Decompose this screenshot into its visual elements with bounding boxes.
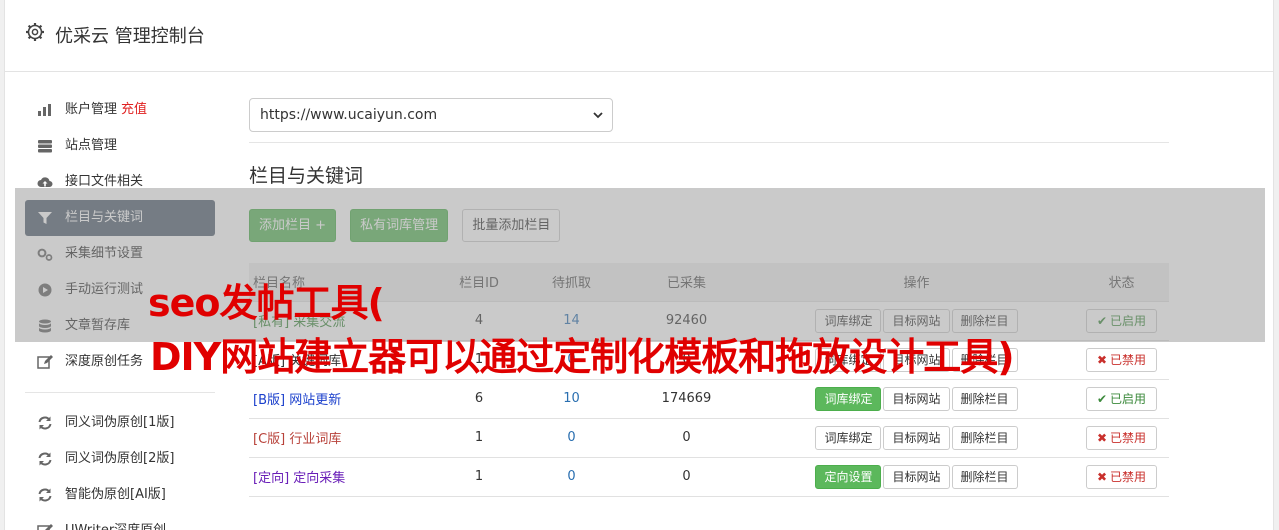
- cell-id: 6: [429, 378, 529, 418]
- recharge-link[interactable]: 充值: [121, 102, 147, 117]
- cell-name: [B版] 网站更新: [249, 378, 429, 418]
- cell-id: 1: [429, 456, 529, 497]
- cell-collected: 0: [614, 456, 759, 497]
- sidebar-item-label: 深度原创任务: [65, 354, 144, 369]
- status-disabled-button[interactable]: ✖ 已禁用: [1085, 464, 1158, 489]
- refresh-icon: [38, 416, 52, 430]
- sidebar-item-label: 智能伪原创[AI版]: [65, 487, 166, 502]
- cell-status: ✖ 已禁用: [1074, 339, 1169, 379]
- status-disabled-button[interactable]: ✖ 已禁用: [1085, 425, 1158, 450]
- gear-icon: [26, 23, 44, 41]
- cell-actions: 词库绑定目标网站删除栏目: [759, 417, 1074, 457]
- edit-icon: [37, 355, 53, 369]
- page-title: 优采云 管理控制台: [55, 26, 205, 47]
- site-select-value: https://www.ucaiyun.com: [260, 107, 438, 123]
- section-title: 栏目与关键词: [249, 165, 364, 187]
- sidebar-item-label: 接口文件相关: [65, 174, 144, 189]
- status-label: 已启用: [1110, 391, 1147, 406]
- delete-column-button[interactable]: 删除栏目: [951, 386, 1018, 411]
- chevron-down-icon: [593, 112, 603, 119]
- status-disabled-button[interactable]: ✖ 已禁用: [1085, 347, 1158, 372]
- column-name-link[interactable]: [C版] 行业词库: [253, 432, 341, 447]
- sidebar-item-a-1[interactable]: 站点管理: [25, 128, 215, 164]
- cell-pending: 10: [529, 378, 614, 418]
- cell-status: ✖ 已禁用: [1074, 456, 1169, 497]
- cell-status: ✔已启用: [1074, 378, 1169, 418]
- targeting-settings-button[interactable]: 定向设置: [815, 464, 882, 489]
- edit-icon: [37, 524, 53, 530]
- cell-pending: 0: [529, 456, 614, 497]
- bar-chart-icon: [38, 104, 51, 116]
- overlay-text-line1: seo发帖工具(: [148, 281, 385, 325]
- cell-actions: 定向设置 目标网站 删除栏目: [759, 456, 1074, 497]
- cell-status: ✖ 已禁用: [1074, 417, 1169, 457]
- delete-column-button[interactable]: 删除栏目: [951, 464, 1018, 489]
- cloud-upload-icon: [37, 177, 53, 187]
- refresh-icon: [38, 488, 52, 502]
- target-site-button[interactable]: 目标网站: [883, 464, 950, 489]
- sidebar-divider: [25, 392, 215, 393]
- site-select[interactable]: https://www.ucaiyun.com: [249, 98, 613, 132]
- sidebar-item-label: 同义词伪原创[1版]: [65, 415, 175, 430]
- status-enabled-button[interactable]: ✔已启用: [1085, 386, 1158, 411]
- sidebar-item-b-3[interactable]: UWriter深度原创: [25, 513, 215, 530]
- cell-name: [C版] 行业词库: [249, 417, 429, 457]
- sidebar-item-b-0[interactable]: 同义词伪原创[1版]: [25, 405, 215, 441]
- target-site-button[interactable]: 目标网站: [883, 425, 950, 450]
- server-icon: [38, 140, 52, 153]
- sidebar-item-b-1[interactable]: 同义词伪原创[2版]: [25, 441, 215, 477]
- cross-icon: ✖: [1096, 352, 1108, 367]
- column-name-link[interactable]: [定向] 定向采集: [253, 471, 345, 486]
- check-icon: ✔: [1096, 391, 1108, 406]
- delete-column-button[interactable]: 删除栏目: [951, 425, 1018, 450]
- sidebar-item-label: 站点管理: [65, 138, 118, 153]
- table-row: [B版] 网站更新 6 10 174669 词库绑定 目标网站 删除栏目 ✔ 已启用: [249, 378, 1169, 418]
- sidebar-item-label: UWriter深度原创: [65, 523, 166, 530]
- cell-name: [定向] 定向采集: [249, 456, 429, 497]
- header: 优采云 管理控制台: [5, 0, 1273, 72]
- sidebar-item-label: 账户管理: [65, 102, 118, 117]
- sidebar-item-a-0[interactable]: 账户管理 充值: [25, 92, 215, 128]
- sidebar-item-b-2[interactable]: 智能伪原创[AI版]: [25, 477, 215, 513]
- lexicon-bind-button[interactable]: 词库绑定: [815, 386, 882, 411]
- table-row: [C版] 行业词库 1 0 0 词库绑定 目标网站 删除栏目 ✖ 已禁用: [249, 417, 1169, 457]
- divider: [249, 142, 1169, 143]
- table-row: [定向] 定向采集 1 0 0 定向设置 目标网站 删除栏目 ✖ 已禁用: [249, 456, 1169, 497]
- lexicon-bind-button[interactable]: 词库绑定: [815, 425, 882, 450]
- cell-collected: 0: [614, 417, 759, 457]
- refresh-icon: [38, 452, 52, 466]
- cell-collected: 174669: [614, 378, 759, 418]
- status-label: 已禁用: [1110, 469, 1147, 484]
- cross-icon: ✖: [1096, 469, 1108, 484]
- sidebar-item-label: 同义词伪原创[2版]: [65, 451, 175, 466]
- column-name-link[interactable]: [B版] 网站更新: [253, 393, 341, 408]
- cell-actions: 词库绑定目标网站删除栏目: [759, 378, 1074, 418]
- status-label: 已禁用: [1110, 430, 1147, 445]
- cell-id: 1: [429, 417, 529, 457]
- cross-icon: ✖: [1096, 430, 1108, 445]
- cell-pending: 0: [529, 417, 614, 457]
- target-site-button[interactable]: 目标网站: [883, 386, 950, 411]
- status-label: 已禁用: [1110, 352, 1147, 367]
- overlay-text-line2: DIY网站建立器可以通过定制化模板和拖放设计工具): [150, 335, 1015, 379]
